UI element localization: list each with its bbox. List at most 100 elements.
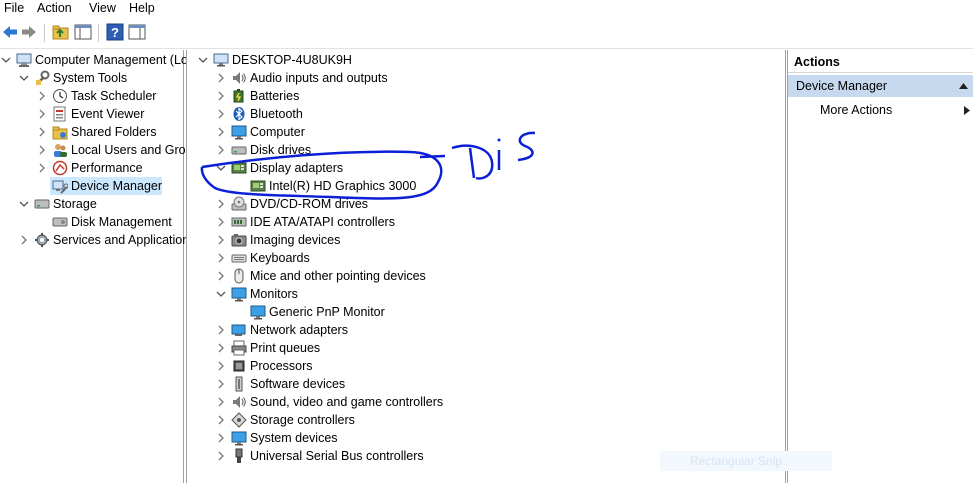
monitor-icon [250,304,266,320]
mouse-icon [231,268,247,284]
tree-item-label: Keyboards [250,251,310,265]
chevron-right-icon[interactable] [37,109,47,119]
chevron-down-icon[interactable] [198,55,208,65]
actions-section-label: Device Manager [796,79,888,93]
chevron-right-icon[interactable] [216,73,226,83]
back-icon[interactable] [1,23,19,41]
chevron-down-icon[interactable] [216,163,226,173]
chevron-right-icon[interactable] [216,451,226,461]
tree-item-label: Computer [250,125,305,139]
tree-item-label: Disk Management [71,215,172,229]
task-scheduler-icon [52,88,68,104]
tree-item-label: Storage controllers [250,413,355,427]
chevron-right-icon[interactable] [216,325,226,335]
camera-icon [231,232,247,248]
battery-icon [231,88,247,104]
services-icon [34,232,50,248]
collapse-up-icon[interactable] [959,82,968,89]
chevron-right-icon[interactable] [216,235,226,245]
actions-section-device-manager[interactable]: Device Manager [788,75,973,97]
chevron-right-icon[interactable] [216,217,226,227]
chevron-right-icon[interactable] [216,271,226,281]
menu-view[interactable]: View [89,1,116,15]
menu-help[interactable]: Help [129,1,155,15]
tree-item-label: Mice and other pointing devices [250,269,426,283]
properties-icon[interactable] [128,23,146,41]
toolbar-separator [44,24,45,42]
tree-item-label: Intel(R) HD Graphics 3000 [269,179,417,193]
chevron-right-icon[interactable] [37,163,47,173]
chevron-right-icon[interactable] [216,109,226,119]
device-tree-pane: DESKTOP-4U8UK9H Audio inputs and outputs B… [186,50,786,483]
printer-icon [231,340,247,356]
tree-item-label: Print queues [250,341,321,355]
forward-icon[interactable] [20,23,38,41]
chevron-right-icon[interactable] [37,127,47,137]
chevron-right-icon[interactable] [216,127,226,137]
chevron-right-icon[interactable] [216,91,226,101]
tree-item-label: Device Manager [71,179,163,193]
monitor-icon [231,286,247,302]
chevron-right-icon[interactable] [216,379,226,389]
actions-title: Actions [788,52,973,73]
chevron-right-icon[interactable] [216,415,226,425]
chevron-down-icon[interactable] [19,73,29,83]
tree-item-label: Event Viewer [71,107,145,121]
display-adapter-icon [231,160,247,176]
tree-item-label: Disk drives [250,143,312,157]
chevron-down-icon[interactable] [19,199,29,209]
performance-icon [52,160,68,176]
disk-drive-icon [231,142,247,158]
software-device-icon [231,376,247,392]
display-adapter-icon [250,178,266,194]
monitor-icon [231,124,247,140]
event-viewer-icon [52,106,68,122]
chevron-right-icon[interactable] [216,343,226,353]
chevron-right-icon[interactable] [216,145,226,155]
monitor-icon [231,430,247,446]
more-actions-item[interactable]: More Actions [788,100,973,120]
users-icon [52,142,68,158]
chevron-right-icon[interactable] [216,253,226,263]
tree-item-label: Computer Management (Local [35,53,204,67]
system-tools-icon [34,70,50,86]
show-hide-tree-icon[interactable] [74,23,92,41]
tree-item-label: Performance [71,161,143,175]
help-icon[interactable]: ? [106,23,124,41]
tree-item-label: Network adapters [250,323,348,337]
tree-item-label: Services and Applications [53,233,196,247]
chevron-down-icon[interactable] [216,289,226,299]
tree-item-label: DVD/CD-ROM drives [250,197,369,211]
tree-item-label: Imaging devices [250,233,341,247]
chevron-right-icon[interactable] [216,199,226,209]
tree-item-label: Sound, video and game controllers [250,395,444,409]
toolbar: ? [0,18,973,49]
chevron-right-icon[interactable] [216,361,226,371]
up-folder-icon[interactable] [52,23,70,41]
network-adapter-icon [231,322,247,338]
actions-pane: Actions Device Manager More Actions [787,50,973,483]
chevron-right-icon[interactable] [37,91,47,101]
storage-icon [34,196,50,212]
tree-item-label: Task Scheduler [71,89,157,103]
keyboard-icon [231,250,247,266]
tree-item-label: Audio inputs and outputs [250,71,388,85]
shared-folders-icon [52,124,68,140]
chevron-right-icon[interactable] [216,433,226,443]
tree-item-device-manager[interactable]: Device Manager [50,177,162,195]
chevron-right-icon[interactable] [216,397,226,407]
menu-file[interactable]: File [4,1,24,15]
chevron-right-icon[interactable] [19,235,29,245]
chevron-right-icon[interactable] [37,145,47,155]
menu-action[interactable]: Action [37,1,72,15]
tree-item-label: Universal Serial Bus controllers [250,449,424,463]
dvd-drive-icon [231,196,247,212]
tree-item-label: Generic PnP Monitor [269,305,385,319]
tree-item-label: Batteries [250,89,300,103]
tree-item-label: Software devices [250,377,346,391]
chevron-down-icon[interactable] [1,55,11,65]
ide-controller-icon [231,214,247,230]
menu-bar: File Action View Help [0,0,973,18]
toolbar-separator [98,24,99,42]
speaker-icon [231,70,247,86]
